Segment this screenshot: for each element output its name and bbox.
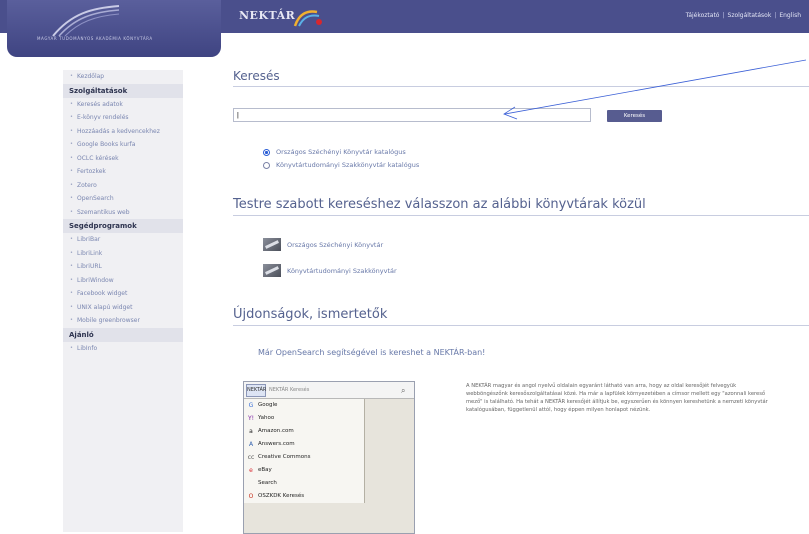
top-link-separator: | xyxy=(722,12,725,19)
magnifier-icon[interactable]: ⌕ xyxy=(401,386,410,395)
engine-item[interactable]: A Answers.com xyxy=(244,438,364,451)
sidebar-item[interactable]: LibriLink xyxy=(63,247,183,261)
engine-item[interactable]: G Google xyxy=(244,399,364,412)
browser-search-field[interactable]: NEKTÁR Keresés xyxy=(269,387,398,393)
library-label: Könyvtártudományi Szakkönyvtár xyxy=(287,266,397,275)
search-input[interactable] xyxy=(233,108,591,122)
top-links: Tájékoztató | Szolgáltatások | English xyxy=(686,12,801,19)
opensearch-description: A NEKTÁR magyar és angol nyelvű oldalain… xyxy=(466,383,768,414)
library-link-ktszk[interactable]: Könyvtártudományi Szakkönyvtár xyxy=(263,264,397,277)
sidebar-heading: Ajánló xyxy=(63,327,183,342)
library-icon xyxy=(263,238,281,251)
sidebar-item[interactable]: Zotero xyxy=(63,179,183,193)
yahoo-icon: Y! xyxy=(247,414,255,422)
engine-item[interactable]: cc Creative Commons xyxy=(244,451,364,464)
top-link-info[interactable]: Tájékoztató xyxy=(686,12,720,19)
news-section-title: Újdonságok, ismertetők xyxy=(233,307,809,326)
search-button[interactable]: Keresés xyxy=(607,110,662,122)
sidebar-item[interactable]: OpenSearch xyxy=(63,192,183,206)
library-label: Országos Széchényi Könyvtár xyxy=(287,240,384,249)
library-icon xyxy=(263,264,281,277)
catalog-option-ktszk[interactable]: Könyvtártudományi Szakkönyvtár katalógus xyxy=(263,161,419,169)
top-link-services[interactable]: Szolgáltatások xyxy=(728,12,772,19)
sidebar-item[interactable]: Kezdőlap xyxy=(63,70,183,84)
engine-label: Google xyxy=(258,402,278,408)
sidebar-item[interactable]: LibriBar xyxy=(63,233,183,247)
opensearch-screenshot: NEKTÁR NEKTÁR Keresés ⌕ G Google Y! Yahoo a A… xyxy=(243,381,415,534)
engine-list: G Google Y! Yahoo a Amazon.com A Answers.com cc C… xyxy=(244,399,365,503)
top-link-separator: | xyxy=(774,12,777,19)
engine-item[interactable]: O OSZKDK Keresés xyxy=(244,490,364,503)
engine-label: Amazon.com xyxy=(258,428,294,434)
engine-item[interactable]: a Amazon.com xyxy=(244,425,364,438)
sidebar-item[interactable]: Fertozkek xyxy=(63,165,183,179)
catalog-option-label: Könyvtártudományi Szakkönyvtár katalógus xyxy=(276,161,420,169)
top-link-english[interactable]: English xyxy=(779,12,801,19)
sidebar-item[interactable]: Mobile greenbrowser xyxy=(63,314,183,328)
catalog-option-label: Országos Széchényi Könyvtár katalógus xyxy=(276,148,406,156)
library-link-oszk[interactable]: Országos Széchényi Könyvtár xyxy=(263,238,383,251)
sidebar-item[interactable]: Keresés adatok xyxy=(63,98,183,112)
sidebar-item[interactable]: Facebook widget xyxy=(63,287,183,301)
sidebar-nav: KezdőlapSzolgáltatásokKeresés adatokE-kö… xyxy=(63,70,183,532)
oszk-icon: O xyxy=(248,492,254,500)
brand-name: NEKTÁR xyxy=(239,9,296,22)
amazon-icon: a xyxy=(249,427,253,435)
engine-selector[interactable]: NEKTÁR xyxy=(246,383,266,397)
browser-search-bar: NEKTÁR NEKTÁR Keresés ⌕ xyxy=(244,382,414,399)
sidebar-item[interactable]: LibriURL xyxy=(63,260,183,274)
sidebar-heading: Segédprogramok xyxy=(63,219,183,233)
sidebar-item[interactable]: LibInfo xyxy=(63,342,183,356)
radio-selected[interactable] xyxy=(263,148,270,156)
engine-label: Yahoo xyxy=(258,415,275,421)
libraries-section-title: Testre szabott kereséshez válasszon az a… xyxy=(233,197,809,216)
search-icon xyxy=(247,480,255,488)
ebay-icon: e xyxy=(249,466,253,474)
engine-label: OSZKDK Keresés xyxy=(258,493,305,499)
sidebar-heading: Szolgáltatások xyxy=(63,83,183,98)
engine-label: Answers.com xyxy=(258,441,295,447)
engine-item[interactable]: Y! Yahoo xyxy=(244,412,364,425)
catalog-option-oszk[interactable]: Országos Széchényi Könyvtár katalógus xyxy=(263,148,406,156)
answers-icon: A xyxy=(248,440,254,448)
sidebar-item[interactable]: E-könyv rendelés xyxy=(63,111,183,125)
cc-icon: cc xyxy=(247,453,255,461)
logo-text: Magyar Tudományos Akadémia Könyvtára xyxy=(37,36,153,41)
sidebar-item[interactable]: OCLC kérések xyxy=(63,152,183,166)
news-subtitle: Már OpenSearch segítségével is kereshet … xyxy=(258,348,486,357)
engine-label: Search xyxy=(258,480,277,486)
search-section-title: Keresés xyxy=(233,69,809,87)
library-logo[interactable]: Magyar Tudományos Akadémia Könyvtára xyxy=(7,0,221,57)
sidebar-item[interactable]: Google Books kurfa xyxy=(63,138,183,152)
engine-item[interactable]: e eBay xyxy=(244,464,364,477)
sidebar-item[interactable]: UNIX alapú widget xyxy=(63,301,183,315)
radio-unselected[interactable] xyxy=(263,161,270,169)
sidebar-item[interactable]: LibriWindow xyxy=(63,274,183,288)
engine-label: Creative Commons xyxy=(258,454,311,460)
logo-swoosh-icon xyxy=(52,5,120,37)
engine-item[interactable]: Search xyxy=(244,477,364,490)
engine-label: eBay xyxy=(258,467,272,473)
sidebar-item[interactable]: Szemantikus web xyxy=(63,206,183,220)
google-icon: G xyxy=(248,401,254,409)
sidebar-item[interactable]: Hozzáadás a kedvencekhez xyxy=(63,125,183,139)
